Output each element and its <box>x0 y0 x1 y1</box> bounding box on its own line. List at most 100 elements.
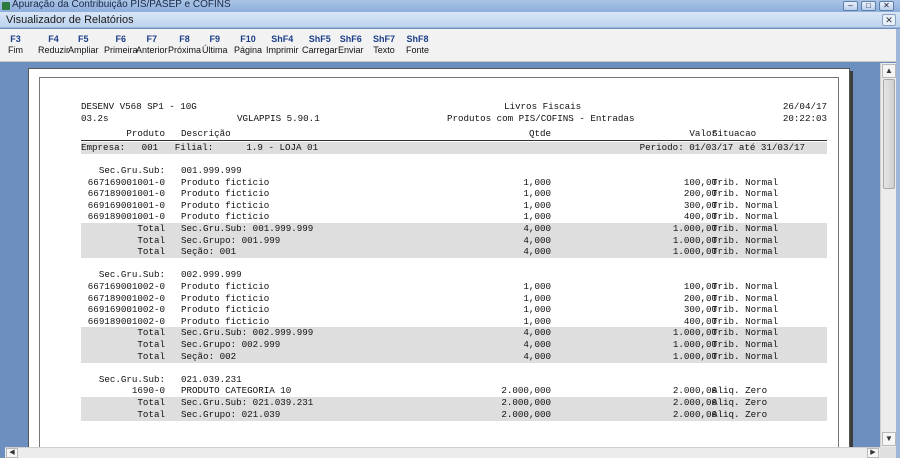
cell-valor: 1.000,00 <box>672 327 717 339</box>
horizontal-scrollbar[interactable]: ◀ ▶ <box>5 447 880 458</box>
cell-produto: Total <box>137 246 165 258</box>
cell-produto: Total <box>137 339 165 350</box>
viewer-title: Visualizador de Relatórios <box>6 14 134 26</box>
toolbar-button-label: Próxima <box>168 45 202 55</box>
report-time: 20:22:03 <box>782 113 827 124</box>
viewer-title-bar: Visualizador de Relatórios ✕ <box>0 12 900 28</box>
scroll-down-icon[interactable]: ▼ <box>882 432 896 446</box>
table-row: 667189001001-0 Produto ficticio 1,000 200,0… <box>81 188 827 200</box>
cell-qtde: 4,000 <box>523 234 551 246</box>
cell-qtde: 1,000 <box>523 199 551 211</box>
cell-produto: 667169001002-0 <box>87 281 165 292</box>
table-row: 667189001002-0 Produto ficticio 1,000 200,0… <box>81 293 827 305</box>
cell-qtde: 1,000 <box>523 315 551 327</box>
scroll-left-icon[interactable]: ◀ <box>6 448 18 458</box>
toolbar-button-label: Fonte <box>406 45 430 55</box>
toolbar-button-anterior[interactable]: F7 Anterior <box>136 34 168 56</box>
toolbar-button-enviar[interactable]: ShF6 Enviar <box>338 34 364 56</box>
table-row: 669189001001-0 Produto ficticio 1,000 400,0… <box>81 211 827 223</box>
cell-descricao: Produto ficticio <box>181 188 270 200</box>
toolbar-button-label: Carregar <box>302 45 338 55</box>
cell-qtde: 2.000,000 <box>501 408 551 420</box>
toolbar-button-fonte[interactable]: ShF8 Fonte <box>406 34 429 56</box>
cell-descricao: Produto ficticio <box>181 211 270 223</box>
scroll-right-icon[interactable]: ▶ <box>867 448 879 458</box>
cell-situacao: Trib. Normal <box>712 292 779 304</box>
table-row: 1690-0 PRODUTO CATEGORIA 10 2.000,000 2.000… <box>81 385 827 397</box>
column-header-row: Produto Descrição Qtde Valor Situacao <box>81 128 827 140</box>
total-row: Total Seção: 001 4,000 1.000,00 Trib. Normal <box>81 246 827 259</box>
col-produto: Produto <box>126 128 165 139</box>
cell-produto: 1690-0 <box>131 385 165 397</box>
cell-produto: 669189001002-0 <box>87 315 165 327</box>
cell-situacao: Trib. Normal <box>712 327 779 339</box>
table-row: 667169001001-0 Produto ficticio 1,000 100,0… <box>81 177 827 189</box>
cell-descricao: Produto ficticio <box>181 292 270 304</box>
periodo: Periodo: 01/03/17 até 31/03/17 <box>639 142 805 153</box>
app-icon <box>2 2 10 10</box>
cell-descricao: Seção: 002 <box>181 350 237 362</box>
table-row <box>81 362 827 374</box>
cell-descricao: 021.039.231 <box>181 373 242 385</box>
report-page: DESENV V568 SP1 - 10G Livros Fiscais 26/… <box>28 68 850 447</box>
total-row: Total Seção: 002 4,000 1.000,00 Trib. Normal <box>81 350 827 363</box>
toolbar-button-ampliar[interactable]: F5 Ampliar <box>68 34 99 56</box>
cell-qtde: 1,000 <box>523 176 551 188</box>
cell-qtde: 2.000,000 <box>501 397 551 408</box>
function-key: ShF7 <box>373 34 396 44</box>
toolbar-button-p-gina[interactable]: F10 Página <box>234 34 262 56</box>
cell-descricao: Produto ficticio <box>181 176 270 188</box>
report-viewport: DESENV V568 SP1 - 10G Livros Fiscais 26/… <box>5 63 880 447</box>
toolbar-button-texto[interactable]: ShF7 Texto <box>373 34 395 56</box>
viewer-close-button[interactable]: ✕ <box>882 14 896 26</box>
cell-produto: Sec.Gru.Sub: <box>98 165 165 176</box>
cell-qtde: 1,000 <box>523 188 551 200</box>
cell-descricao: Sec.Grupo: 002.999 <box>181 339 281 350</box>
cell-qtde: 4,000 <box>523 339 551 350</box>
toolbar-button-label: Texto <box>373 45 395 55</box>
section-header-row: Sec.Gru.Sub: 021.039.231 <box>81 374 827 386</box>
scroll-up-icon[interactable]: ▲ <box>882 64 896 78</box>
toolbar-button-imprimir[interactable]: ShF4 Imprimir <box>266 34 299 56</box>
function-key: ShF4 <box>271 34 294 44</box>
function-key: F10 <box>240 34 256 44</box>
cell-produto: Total <box>137 408 165 420</box>
total-row: Total Sec.Gru.Sub: 021.039.231 2.000,000 2.… <box>81 397 827 409</box>
table-row: 667169001002-0 Produto ficticio 1,000 100,0… <box>81 281 827 293</box>
toolbar-button-pr-xima[interactable]: F8 Próxima <box>168 34 201 56</box>
toolbar-button-fim[interactable]: F3 Fim <box>8 34 23 56</box>
close-button[interactable]: ✕ <box>879 1 894 11</box>
function-key: ShF8 <box>406 34 429 44</box>
cell-qtde: 4,000 <box>523 223 551 234</box>
toolbar-button-label: Enviar <box>338 45 364 55</box>
cell-qtde: 1,000 <box>523 281 551 292</box>
cell-produto: 667169001001-0 <box>87 176 165 188</box>
function-key: ShF6 <box>339 34 362 44</box>
cell-descricao: 002.999.999 <box>181 269 242 281</box>
toolbar-button-primeira[interactable]: F6 Primeira <box>104 34 138 56</box>
cell-situacao: Aliq. Zero <box>712 385 768 397</box>
col-situacao: Situacao <box>712 128 757 139</box>
vertical-scrollbar[interactable]: ▲ ▼ <box>880 63 896 447</box>
toolbar-button-label: Página <box>234 45 263 55</box>
minimize-button[interactable]: – <box>843 1 858 11</box>
cell-descricao: Produto ficticio <box>181 199 270 211</box>
cell-situacao: Trib. Normal <box>712 304 779 316</box>
toolbar-button-reduzir[interactable]: F4 Reduzir <box>38 34 69 56</box>
cell-qtde: 4,000 <box>523 350 551 362</box>
toolbar-button--ltima[interactable]: F9 Última <box>202 34 228 56</box>
cell-produto: Total <box>137 327 165 339</box>
col-descricao: Descrição <box>181 128 231 139</box>
cell-produto: 667189001002-0 <box>87 292 165 304</box>
cell-produto: Sec.Gru.Sub: <box>98 373 165 385</box>
function-key-toolbar: F3 Fim F4 Reduzir F5 Ampliar F6 Primeira F7 Anter… <box>0 29 900 62</box>
empresa-filial: Empresa: 001 Filial: 1.9 - LOJA 01 <box>81 142 319 153</box>
toolbar-button-label: Reduzir <box>38 45 70 55</box>
scroll-thumb[interactable] <box>883 79 895 189</box>
outer-window-title: Apuração da Contribuição PIS/PASEP e COF… <box>12 0 231 10</box>
toolbar-button-carregar[interactable]: ShF5 Carregar <box>302 34 338 56</box>
cell-valor: 1.000,00 <box>672 339 717 350</box>
cell-produto: 669169001002-0 <box>87 304 165 316</box>
col-qtde: Qtde <box>528 128 551 139</box>
maximize-button[interactable]: □ <box>861 1 876 11</box>
